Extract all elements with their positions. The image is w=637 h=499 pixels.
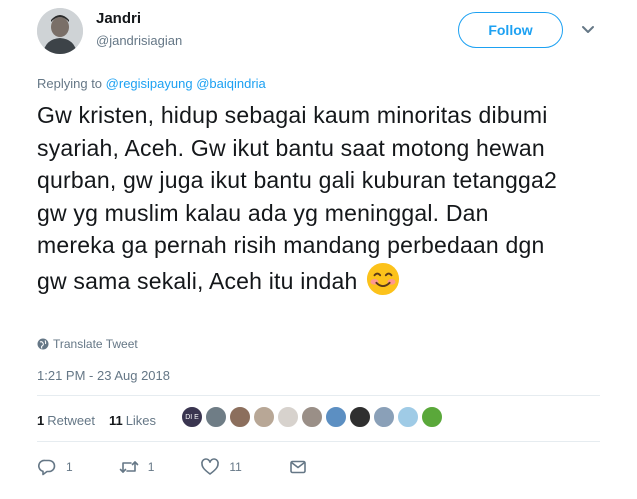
smiling-blush-emoji-icon <box>367 262 400 295</box>
likes-stat[interactable]: 11 Likes <box>109 413 156 428</box>
tweet-stats: 1 Retweet 11 Likes <box>37 413 156 428</box>
author-avatar[interactable] <box>37 8 83 54</box>
retweets-label: Retweet <box>47 413 95 428</box>
globe-icon <box>37 338 49 350</box>
liker-avatar[interactable] <box>205 406 227 428</box>
liker-avatar[interactable]: DI E <box>181 406 203 428</box>
liker-avatar[interactable] <box>229 406 251 428</box>
tweet-actions: 1 1 11 <box>37 457 354 477</box>
tweet-body: Gw kristen, hidup sebagai kaum minoritas… <box>37 102 558 294</box>
liker-avatars: DI E <box>181 406 443 428</box>
tweet-timestamp[interactable]: 1:21 PM - 23 Aug 2018 <box>37 368 170 383</box>
translate-label: Translate Tweet <box>53 337 138 351</box>
liker-avatar[interactable] <box>277 406 299 428</box>
like-button[interactable]: 11 <box>200 457 242 477</box>
likes-count: 11 <box>108 413 123 428</box>
direct-message-button[interactable] <box>288 457 308 477</box>
retweet-icon <box>119 461 138 473</box>
like-count: 11 <box>229 460 242 474</box>
replying-user-link[interactable]: @regisipayung <box>106 76 193 91</box>
divider <box>37 395 600 396</box>
retweet-count: 1 <box>147 460 155 474</box>
retweets-stat[interactable]: 1 Retweet <box>37 413 95 428</box>
liker-avatar[interactable] <box>397 406 419 428</box>
author-handle[interactable]: @jandrisiagian <box>96 33 182 48</box>
heart-icon <box>201 458 220 475</box>
translate-tweet-link[interactable]: Translate Tweet <box>37 337 138 351</box>
liker-avatar[interactable] <box>373 406 395 428</box>
liker-avatar[interactable] <box>325 406 347 428</box>
retweet-button[interactable]: 1 <box>119 457 155 477</box>
reply-button[interactable]: 1 <box>37 457 73 477</box>
author-name[interactable]: Jandri <box>96 10 141 27</box>
envelope-icon <box>290 460 306 474</box>
reply-count: 1 <box>66 460 73 474</box>
liker-avatar[interactable] <box>421 406 443 428</box>
avatar-image <box>37 8 83 54</box>
reply-icon <box>38 459 56 476</box>
liker-avatar[interactable] <box>349 406 371 428</box>
replying-prefix: Replying to <box>37 76 103 91</box>
follow-button[interactable]: Follow <box>458 12 563 48</box>
divider <box>37 441 600 442</box>
tweet-text: Gw kristen, hidup sebagai kaum minoritas… <box>37 99 557 297</box>
likes-label: Likes <box>125 413 157 428</box>
chevron-down-icon[interactable] <box>581 24 595 36</box>
replying-to: Replying to @regisipayung @baiqindria <box>37 76 266 91</box>
liker-avatar[interactable] <box>253 406 275 428</box>
retweets-count: 1 <box>37 413 45 428</box>
replying-user-link[interactable]: @baiqindria <box>196 76 266 91</box>
liker-avatar[interactable] <box>301 406 323 428</box>
